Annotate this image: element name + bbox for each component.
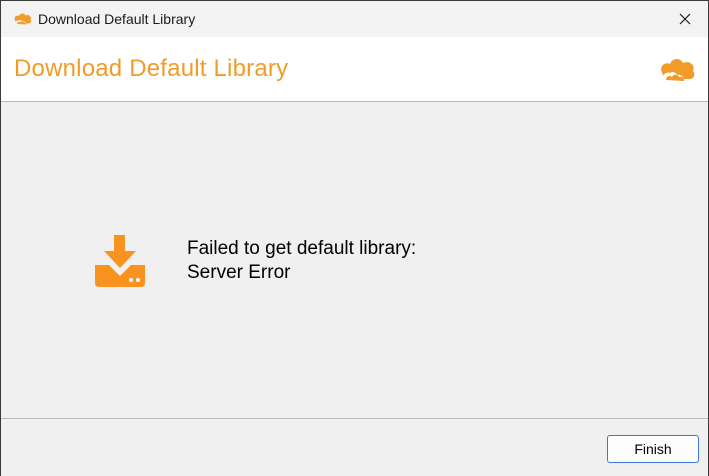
finish-button[interactable]: Finish <box>607 435 699 463</box>
error-message: Failed to get default library: Server Er… <box>187 237 416 285</box>
close-icon <box>679 13 691 25</box>
error-message-line2: Server Error <box>187 262 291 283</box>
dialog-window: Download Default Library Download Defaul… <box>0 0 709 476</box>
wizard-header: Download Default Library <box>1 37 708 102</box>
button-bar: Finish <box>1 418 708 476</box>
wizard-content: Failed to get default library: Server Er… <box>1 102 708 418</box>
seafile-cloud-icon <box>14 13 32 25</box>
window-title: Download Default Library <box>38 11 196 27</box>
download-icon <box>95 235 145 287</box>
title-bar: Download Default Library <box>1 1 708 37</box>
close-button[interactable] <box>662 1 708 37</box>
seafile-cloud-icon <box>661 58 695 81</box>
page-title: Download Default Library <box>14 55 289 82</box>
error-message-line1: Failed to get default library: <box>187 238 417 259</box>
